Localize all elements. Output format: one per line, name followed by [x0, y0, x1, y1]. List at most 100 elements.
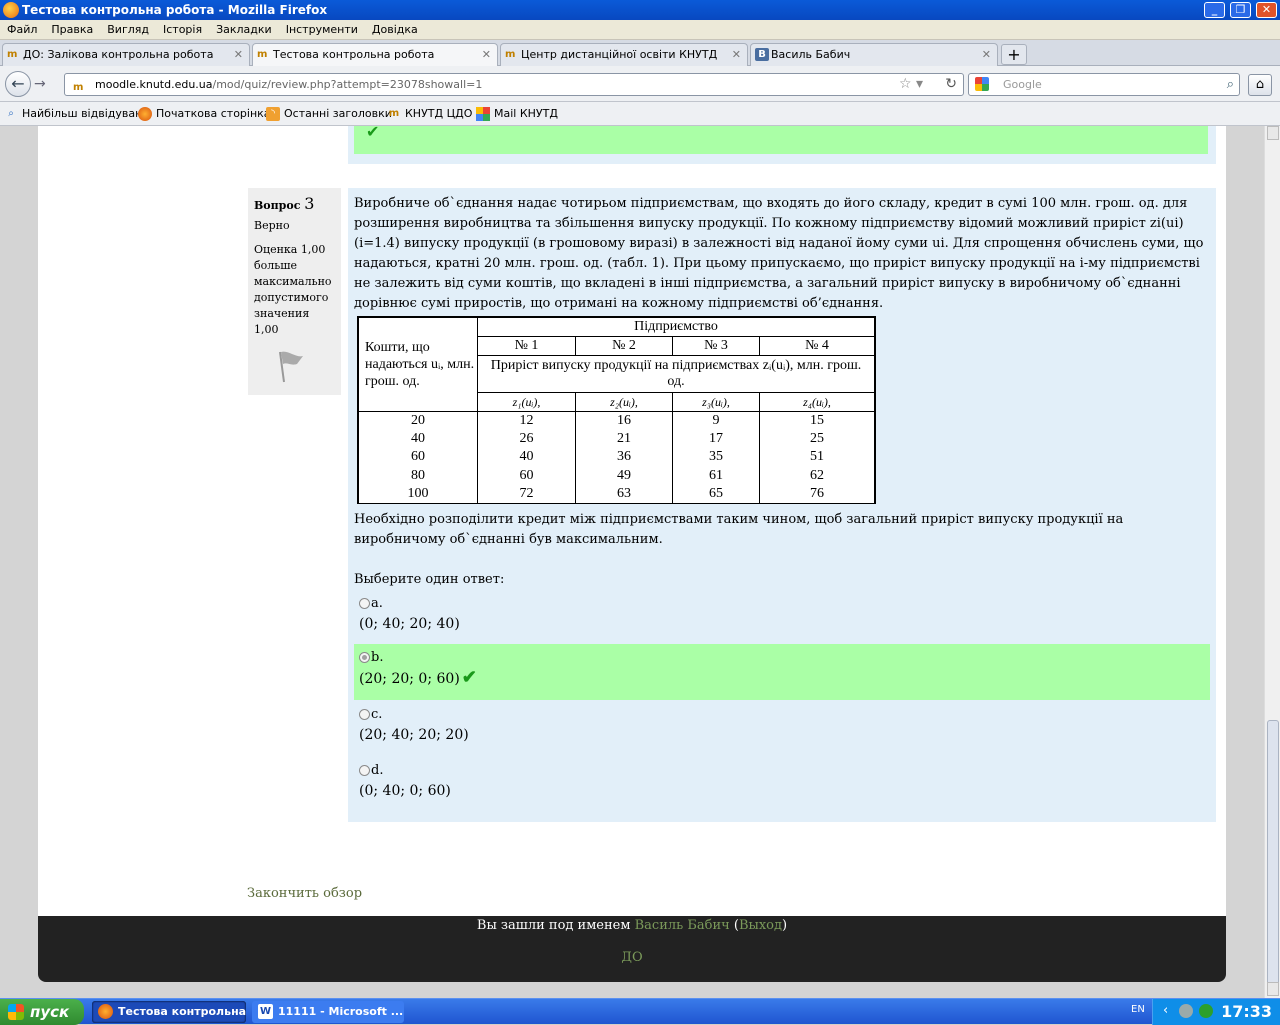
table-cell: 25	[759, 430, 875, 449]
window-titlebar: Тестова контрольна робота - Mozilla Fire…	[0, 0, 1280, 20]
menu-edit[interactable]: Правка	[44, 20, 100, 40]
language-indicator[interactable]: EN	[1131, 1004, 1145, 1015]
menu-bookmarks[interactable]: Закладки	[209, 20, 279, 40]
mail-icon	[476, 107, 490, 121]
table-cell: 17	[672, 430, 760, 449]
bookmark-mail-knutd[interactable]: Mail КНУТД	[476, 107, 558, 121]
moodle-icon: m	[7, 49, 18, 60]
menu-history[interactable]: Історія	[156, 20, 209, 40]
table-header-enterprise: Підприємство	[477, 317, 875, 337]
question-state: Верно	[254, 219, 290, 232]
system-tray: ‹ 17:33	[1152, 999, 1280, 1025]
menu-help[interactable]: Довідка	[365, 20, 425, 40]
url-domain: moodle.knutd.edu.ua	[95, 78, 213, 91]
check-icon: ✔	[461, 667, 477, 688]
radio-button[interactable]	[359, 652, 370, 663]
firefox-icon	[3, 2, 19, 18]
clock: 17:33	[1221, 1002, 1272, 1021]
tab-bar: m ДО: Залікова контрольна робота ✕ m Тес…	[0, 40, 1280, 67]
table-header-funds: Кошти, що надаються uᵢ, млн. грош. од.	[358, 317, 478, 412]
question-number: Вопрос 3	[254, 196, 335, 214]
answer-option-c[interactable]: c. (20; 40; 20; 20)	[354, 701, 1210, 757]
user-link[interactable]: Василь Бабич	[635, 918, 730, 933]
answer-letter: c.	[371, 707, 383, 722]
tab-test-control[interactable]: m Тестова контрольна робота ✕	[252, 43, 498, 67]
login-text: Вы зашли под именем	[476, 918, 631, 933]
question-instruction: Необхідно розподілити кредит між підприє…	[354, 512, 1124, 547]
finish-review-link[interactable]: Закончить обзор	[247, 886, 362, 901]
vk-icon: B	[755, 48, 769, 61]
answer-option-b[interactable]: b. (20; 20; 0; 60) ✔	[354, 644, 1210, 700]
bookmark-most-visited[interactable]: ⌕ Найбільш відвідувані	[4, 107, 145, 121]
bookmark-label: Останні заголовки	[284, 107, 392, 120]
tab-test-exam[interactable]: m ДО: Залікова контрольна робота ✕	[2, 43, 250, 66]
logout-link[interactable]: Выход	[739, 918, 782, 933]
table-cell: 100	[358, 484, 478, 503]
table-cell: 20	[358, 411, 478, 431]
radio-button[interactable]	[359, 765, 370, 776]
moodle-icon: m	[505, 49, 516, 60]
forward-button[interactable]: →	[34, 76, 46, 92]
back-button[interactable]: ←	[5, 71, 31, 97]
tab-vk-profile[interactable]: B Василь Бабич ✕	[750, 43, 998, 66]
table-cell: 51	[759, 448, 875, 467]
search-input[interactable]: Google ⌕	[968, 73, 1240, 96]
menu-file[interactable]: Файл	[0, 20, 44, 40]
close-icon[interactable]: ✕	[234, 44, 243, 65]
network-icon[interactable]	[1179, 1004, 1193, 1018]
table-cell: 61	[672, 466, 760, 485]
flag-icon[interactable]	[275, 348, 305, 384]
table-cell: 12	[477, 411, 576, 431]
close-icon[interactable]: ✕	[982, 44, 991, 65]
table-row: 80 60 49 61 62	[358, 466, 875, 485]
site-home-link[interactable]: ДО	[38, 950, 1226, 965]
table-row: 40 26 21 17 25	[358, 430, 875, 449]
page-content: ✔ Вопрос 3 Верно Оценка 1,00 больше макс…	[38, 126, 1226, 916]
answer-letter: d.	[371, 763, 384, 778]
radio-button[interactable]	[359, 598, 370, 609]
menu-view[interactable]: Вигляд	[100, 20, 156, 40]
search-icon[interactable]: ⌕	[1227, 74, 1234, 95]
maximize-button[interactable]: ❐	[1230, 2, 1251, 18]
table-cell: 16	[575, 411, 673, 431]
bookmark-latest-headlines[interactable]: ◝ Останні заголовки	[266, 107, 392, 121]
menu-tools[interactable]: Інструменти	[279, 20, 365, 40]
taskbar-item-label: Тестова контрольна...	[118, 1005, 246, 1018]
answer-option-d[interactable]: d. (0; 40; 0; 60)	[354, 757, 1210, 813]
bookmark-knutd-cdo[interactable]: m КНУТД ЦДО	[387, 107, 473, 121]
tab-distance-center[interactable]: m Центр дистанційної освіти КНУТД ✕	[500, 43, 748, 66]
table-cell: 63	[575, 484, 673, 503]
address-bar[interactable]: m moodle.knutd.edu.ua/mod/quiz/review.ph…	[64, 73, 964, 96]
scroll-thumb[interactable]	[1267, 720, 1279, 990]
reload-icon[interactable]: ↻	[945, 74, 957, 95]
bookmark-star-icon[interactable]: ☆ ▾	[899, 74, 923, 95]
close-window-button[interactable]: ✕	[1256, 2, 1277, 18]
taskbar-item-firefox[interactable]: Тестова контрольна...	[92, 1001, 246, 1023]
navigation-bar: ← → m moodle.knutd.edu.ua/mod/quiz/revie…	[0, 66, 1280, 102]
close-icon[interactable]: ✕	[732, 44, 741, 65]
taskbar-item-word[interactable]: W 11111 - Microsoft ...	[252, 1001, 404, 1023]
tab-label: Тестова контрольна робота	[273, 48, 435, 61]
scroll-up-arrow[interactable]	[1267, 126, 1279, 140]
start-button[interactable]: пуск	[0, 999, 84, 1025]
security-icon[interactable]	[1199, 1004, 1213, 1018]
home-button[interactable]: ⌂	[1248, 74, 1272, 96]
bookmark-home-page[interactable]: Початкова сторінка	[138, 107, 271, 121]
tray-expand-icon[interactable]: ‹	[1163, 1003, 1168, 1018]
google-icon	[975, 77, 989, 91]
radio-button[interactable]	[359, 709, 370, 720]
new-tab-button[interactable]: +	[1001, 44, 1027, 65]
bookmarks-bar: ⌕ Найбільш відвідувані Початкова сторінка…	[0, 102, 1280, 126]
scroll-down-arrow[interactable]	[1267, 982, 1279, 996]
table-cell: 49	[575, 466, 673, 485]
answer-option-a[interactable]: a. (0; 40; 20; 40)	[354, 590, 1210, 646]
vertical-scrollbar[interactable]	[1264, 126, 1280, 998]
windows-logo-icon	[8, 1004, 24, 1020]
bookmark-label: КНУТД ЦДО	[405, 107, 473, 120]
minimize-button[interactable]: _	[1204, 2, 1225, 18]
answer-prompt: Выберите один ответ:	[354, 572, 505, 587]
table-cell: 35	[672, 448, 760, 467]
close-icon[interactable]: ✕	[482, 44, 491, 65]
search-icon: ⌕	[8, 108, 14, 119]
answer-value: (0; 40; 20; 40)	[359, 616, 460, 632]
